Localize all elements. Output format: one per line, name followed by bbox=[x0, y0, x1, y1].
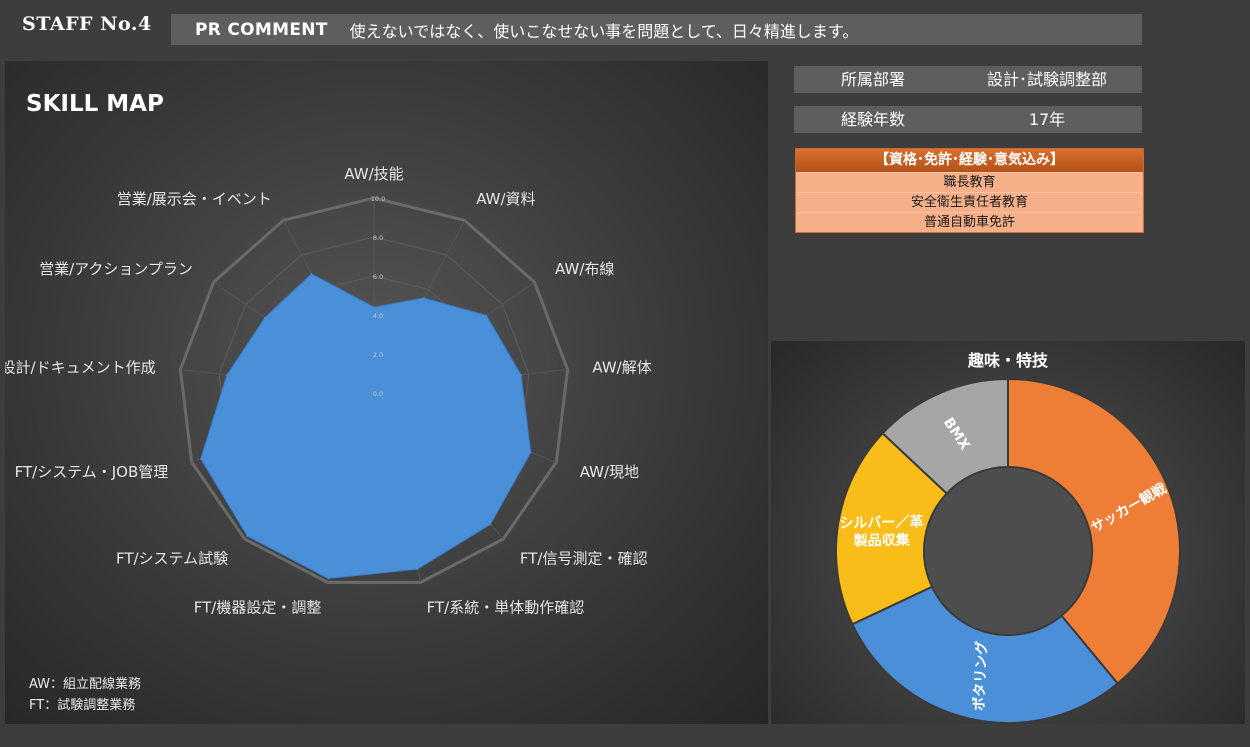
radar-tick-label: 8.0 bbox=[373, 234, 383, 242]
pr-comment-text: 使えないではなく、使いこなせない事を問題として、日々精進します。 bbox=[349, 21, 859, 41]
pr-comment-bar: PR COMMENT 使えないではなく、使いこなせない事を問題として、日々精進し… bbox=[171, 14, 1142, 45]
qualification-item: 職長教育 bbox=[796, 172, 1143, 192]
radar-category-label: AW/資料 bbox=[476, 190, 535, 208]
radar-category-label: 設計/ドキュメント作成 bbox=[5, 358, 156, 376]
department-row: 所属部署 設計･試験調整部 bbox=[794, 66, 1142, 93]
radar-category-label: AW/解体 bbox=[592, 358, 651, 376]
donut-hole bbox=[925, 468, 1091, 634]
qualifications-box: 【資格･免許･経験･意気込み】 職長教育 安全衛生責任者教育 普通自動車免許 bbox=[795, 148, 1144, 233]
radar-data-point bbox=[246, 535, 249, 537]
donut-slice-label: ポタリング bbox=[970, 641, 990, 712]
hobby-chart-title: 趣味・特技 bbox=[967, 351, 1049, 370]
radar-category-label: FT/システム試験 bbox=[116, 550, 228, 568]
radar-data-point bbox=[423, 297, 425, 299]
skill-map-panel: SKILL MAP 0.0 2.0 4.0 6.0 8.0 10.0 AW/技能 AW/資料 A… bbox=[1, 61, 768, 724]
staff-number: STAFF No.4 bbox=[22, 13, 152, 35]
radar-category-label: 営業/展示会・イベント bbox=[117, 190, 272, 208]
radar-data-point bbox=[310, 273, 313, 275]
skill-radar-chart: SKILL MAP 0.0 2.0 4.0 6.0 8.0 10.0 AW/技能 AW/資料 A… bbox=[1, 91, 652, 617]
radar-data-point bbox=[530, 451, 532, 454]
pr-comment-label: PR COMMENT bbox=[195, 19, 328, 40]
radar-tick-label: 10.0 bbox=[371, 195, 385, 203]
radar-data-point bbox=[485, 314, 488, 317]
radar-data-point bbox=[264, 316, 266, 319]
radar-category-label: FT/信号測定・確認 bbox=[520, 550, 648, 568]
radar-category-label: AW/布線 bbox=[555, 260, 614, 278]
department-value: 設計･試験調整部 bbox=[986, 70, 1107, 89]
radar-data-point bbox=[489, 523, 492, 526]
qualifications-title: 【資格･免許･経験･意気込み】 bbox=[796, 149, 1143, 172]
radar-category-label: FT/機器設定・調整 bbox=[194, 599, 322, 617]
radar-data-point bbox=[199, 457, 202, 460]
radar-category-label: FT/システム・JOB管理 bbox=[15, 463, 169, 481]
qualification-item: 普通自動車免許 bbox=[796, 212, 1143, 232]
radar-category-label: AW/現地 bbox=[580, 463, 639, 481]
department-label: 所属部署 bbox=[840, 70, 905, 89]
radar-data-point bbox=[520, 374, 522, 376]
qualification-item: 安全衛生責任者教育 bbox=[796, 192, 1143, 212]
experience-row: 経験年数 17年 bbox=[794, 106, 1142, 133]
radar-tick-label: 2.0 bbox=[373, 351, 383, 359]
radar-tick-label: 4.0 bbox=[373, 312, 383, 320]
experience-value: 17年 bbox=[1028, 110, 1066, 129]
radar-tick-label: 0.0 bbox=[373, 390, 383, 398]
radar-category-label: AW/技能 bbox=[344, 165, 403, 183]
radar-tick-label: 6.0 bbox=[373, 273, 383, 281]
ft-note: FT：試験調整業務 bbox=[29, 698, 136, 713]
radar-category-label: FT/系統・単体動作確認 bbox=[427, 599, 585, 617]
radar-series-area bbox=[200, 273, 532, 580]
experience-label: 経験年数 bbox=[840, 110, 905, 129]
radar-category-label: 営業/アクションプラン bbox=[39, 260, 193, 278]
radar-data-point bbox=[226, 374, 228, 376]
radar-data-point bbox=[327, 577, 330, 580]
hobby-donut-chart: 趣味・特技 サッカー観戦ポタリングシルバー／革製品収集BMX bbox=[835, 351, 1181, 724]
chart-title: SKILL MAP bbox=[26, 91, 164, 117]
hobby-panel: 趣味・特技 サッカー観戦 ポタリング シルバー／革製品収集 BMX bbox=[771, 341, 1245, 724]
radar-data-point bbox=[416, 568, 419, 570]
radar-data-point bbox=[373, 306, 375, 308]
aw-note: AW：組立配線業務 bbox=[29, 677, 142, 692]
